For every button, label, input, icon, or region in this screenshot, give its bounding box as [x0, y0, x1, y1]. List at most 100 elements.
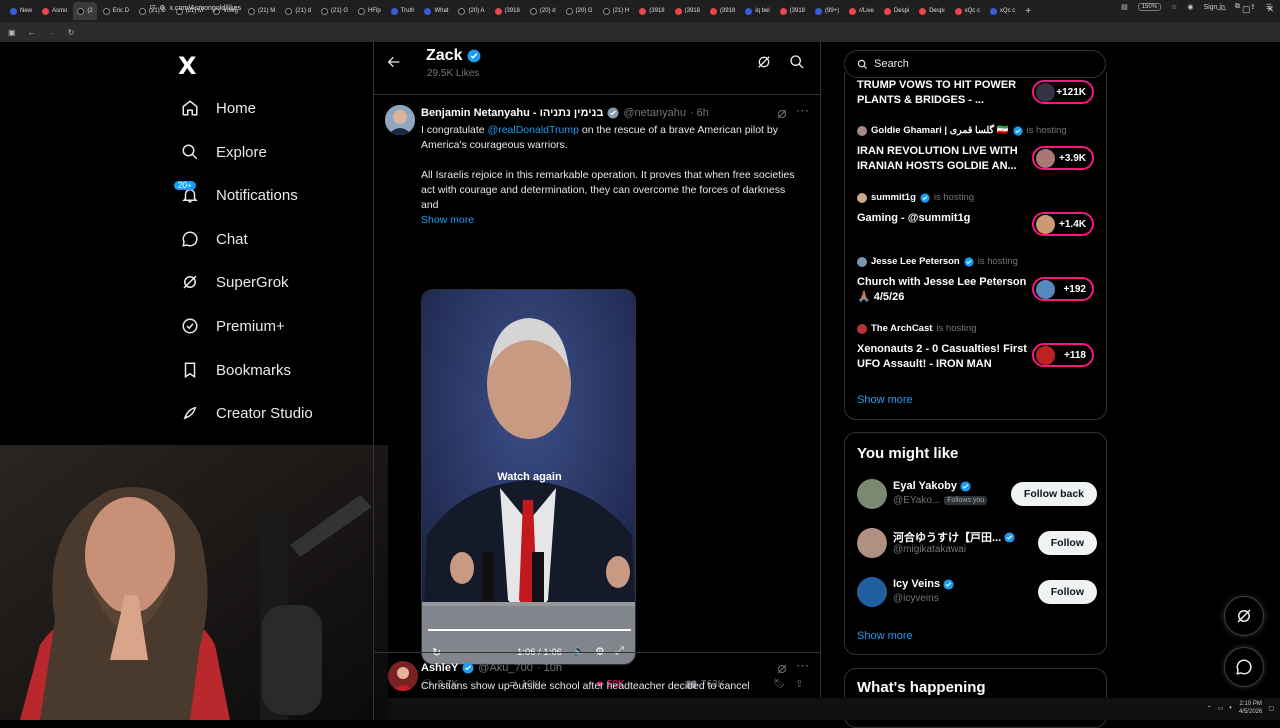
back-icon[interactable]: ←: [28, 28, 36, 37]
avatar[interactable]: [857, 577, 887, 607]
nav-home[interactable]: Home: [180, 90, 256, 126]
more-icon[interactable]: ⋯: [796, 103, 809, 119]
browser-tab[interactable]: (20) A: [454, 2, 488, 20]
tweet-time[interactable]: · 10h: [537, 662, 562, 674]
browser-tab[interactable]: HFlp: [354, 2, 385, 20]
nav-premium[interactable]: Premium+: [180, 308, 285, 344]
space-host[interactable]: Jesse Lee Peterson is hosting: [857, 256, 1018, 267]
browser-tab[interactable]: (21) M: [244, 2, 279, 20]
browser-tab[interactable]: Truth: [387, 2, 419, 20]
space-title[interactable]: IRAN REVOLUTION LIVE WITH IRANIAN HOSTS …: [857, 144, 1027, 174]
site-info-icon[interactable]: ⚙: [159, 5, 165, 12]
nav-supergrok[interactable]: SuperGrok: [180, 264, 289, 300]
spaces-show-more-link[interactable]: Show more: [857, 394, 913, 406]
browser-tab[interactable]: xQc c: [986, 2, 1019, 20]
volume-icon[interactable]: 🔈︎: [1229, 705, 1233, 712]
reload-icon[interactable]: ↻: [68, 28, 75, 37]
nav-bookmarks[interactable]: Bookmarks: [180, 352, 291, 388]
more-icon[interactable]: ⋯: [796, 658, 809, 674]
x-logo[interactable]: X: [178, 52, 197, 80]
space-title[interactable]: Gaming - @summit1g: [857, 211, 1027, 226]
browser-tab[interactable]: Despi: [880, 2, 913, 20]
browser-tab[interactable]: (21) G: [317, 2, 352, 20]
signin-label[interactable]: Sign in: [1203, 4, 1224, 11]
nav-notifications[interactable]: 20+ Notifications: [174, 177, 298, 213]
tweet-time[interactable]: · 6h: [690, 107, 709, 119]
browser-tab[interactable]: iq bel: [741, 2, 773, 20]
grok-icon[interactable]: [776, 662, 788, 680]
follow-button[interactable]: Follow: [1037, 580, 1097, 604]
extensions-icon[interactable]: ⧉: [1235, 3, 1240, 11]
new-tab-icon[interactable]: +: [1025, 6, 1031, 17]
author-handle[interactable]: @Aku_700: [478, 662, 533, 674]
avatar[interactable]: [388, 661, 418, 691]
browser-tab[interactable]: (21) d: [281, 2, 315, 20]
browser-tab[interactable]: (20) d: [526, 2, 560, 20]
suggestion-name[interactable]: Icy Veins: [893, 578, 954, 590]
follow-suggestion[interactable]: Icy Veins @icyveins Follow: [857, 575, 1097, 609]
browser-tab[interactable]: (3918: [706, 2, 739, 20]
browser-tab[interactable]: (3918: [491, 2, 524, 20]
browser-tab[interactable]: (20) G: [562, 2, 597, 20]
space-title[interactable]: Church with Jesse Lee Peterson 🙏🏽 4/5/26: [857, 275, 1027, 305]
nav-explore[interactable]: Explore: [180, 134, 267, 170]
star-icon[interactable]: ☆: [1171, 3, 1177, 11]
space-host[interactable]: Goldie Ghamari | گلسا قمری 🇮🇷 is hosting: [857, 125, 1067, 136]
space-listeners-button[interactable]: +121K: [1032, 80, 1094, 104]
show-more-link[interactable]: Show more: [421, 213, 801, 228]
chat-fab-button[interactable]: [1224, 647, 1264, 687]
clock[interactable]: 2:10 PM 4/5/2026: [1239, 700, 1262, 716]
browser-tab[interactable]: (2: [73, 2, 97, 20]
reader-icon[interactable]: ▤: [1121, 3, 1128, 11]
browser-tab[interactable]: r/Live: [845, 2, 878, 20]
space-listeners-button[interactable]: +1.4K: [1032, 212, 1094, 236]
space-title[interactable]: Xenonauts 2 - 0 Casualties! First UFO As…: [857, 342, 1027, 372]
grok-icon[interactable]: [756, 54, 772, 75]
browser-tab[interactable]: What: [420, 2, 452, 20]
network-icon[interactable]: ▭: [1218, 705, 1224, 712]
suggestion-name[interactable]: 河合ゆうすけ【戸田...: [893, 529, 1015, 545]
video-player[interactable]: Watch again ↻ 1:06 / 1:06 🔈 ⚙ ⤢: [421, 289, 636, 665]
space-listeners-button[interactable]: +3.9K: [1032, 146, 1094, 170]
nav-creator-studio[interactable]: Creator Studio: [180, 395, 313, 431]
browser-tab[interactable]: Eric D: [99, 2, 133, 20]
url-field[interactable]: ⛉ ⚙ x.com/Asmongold/likes: [150, 4, 241, 13]
follow-suggestion[interactable]: 河合ゆうすけ【戸田... @migikatakawai Follow: [857, 526, 1097, 560]
notification-center-icon[interactable]: ▢: [1268, 705, 1274, 712]
browser-tab[interactable]: (21) H: [599, 2, 634, 20]
search-icon[interactable]: [789, 54, 805, 75]
author-name[interactable]: AshleY: [421, 662, 458, 674]
author-handle[interactable]: @netanyahu: [623, 107, 686, 119]
nav-chat[interactable]: Chat: [180, 221, 248, 257]
grok-fab-button[interactable]: [1224, 596, 1264, 636]
browser-tab[interactable]: (3918: [776, 2, 809, 20]
watch-again-button[interactable]: Watch again: [422, 471, 635, 483]
browser-tab[interactable]: Asmo: [38, 2, 71, 20]
space-title[interactable]: TRUMP VOWS TO HIT POWER PLANTS & BRIDGES…: [857, 78, 1027, 108]
follow-suggestion[interactable]: Eyal Yakoby @EYako... Follows you Follow …: [857, 477, 1097, 511]
browser-tab[interactable]: xQc c: [951, 2, 984, 20]
follow-back-button[interactable]: Follow back: [1010, 482, 1097, 506]
tweet[interactable]: Benjamin Netanyahu - בנימין נתניהו @neta…: [374, 94, 820, 692]
author-name[interactable]: Benjamin Netanyahu - בנימין נתניהו: [421, 107, 603, 119]
mention-link[interactable]: @realDonaldTrump: [488, 124, 579, 136]
back-arrow-icon[interactable]: [386, 54, 402, 75]
space-host[interactable]: summit1g is hosting: [857, 192, 974, 203]
space-listeners-button[interactable]: +118: [1032, 343, 1094, 367]
browser-tab[interactable]: New: [6, 2, 36, 20]
avatar[interactable]: [385, 105, 415, 135]
space-listeners-button[interactable]: +192: [1032, 277, 1094, 301]
menu-icon[interactable]: ☰: [1266, 3, 1272, 11]
video-progress-track[interactable]: [428, 629, 631, 631]
avatar[interactable]: [857, 528, 887, 558]
zoom-level[interactable]: 150%: [1137, 3, 1162, 11]
forward-icon[interactable]: →: [48, 28, 56, 37]
follow-button[interactable]: Follow: [1037, 531, 1097, 555]
avatar[interactable]: [857, 479, 887, 509]
space-host[interactable]: The ArchCast is hosting: [857, 323, 977, 334]
browser-tab[interactable]: (99+): [811, 2, 843, 20]
account-icon[interactable]: ◉: [1187, 3, 1193, 11]
browser-tab[interactable]: Despi: [915, 2, 948, 20]
suggestion-name[interactable]: Eyal Yakoby: [893, 480, 971, 492]
share-icon[interactable]: ⇪: [1250, 3, 1256, 11]
